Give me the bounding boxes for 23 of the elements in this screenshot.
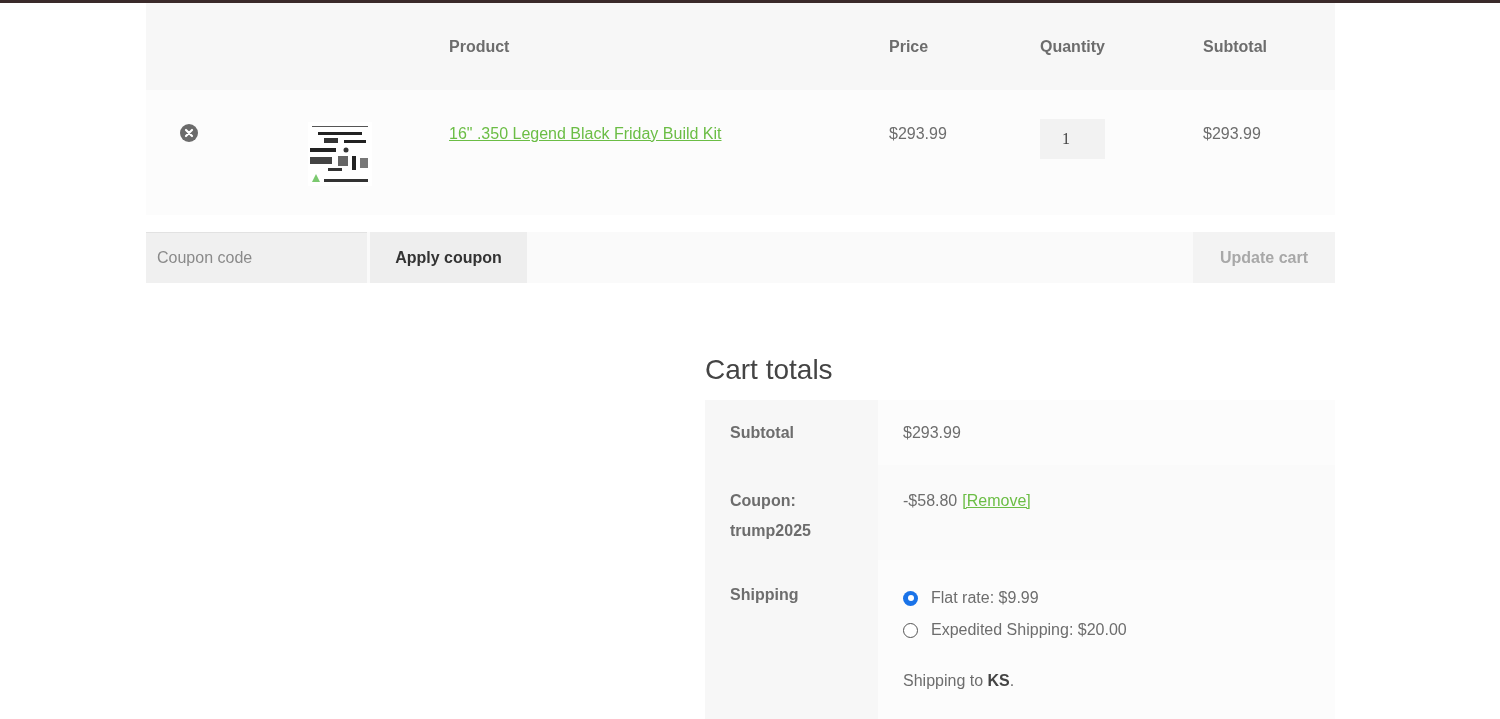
column-header: Subtotal	[1203, 37, 1267, 55]
price-text: $293.99	[889, 125, 947, 142]
column-header: Quantity	[1040, 37, 1105, 55]
subtotal-value: $293.99	[903, 424, 961, 441]
quantity-field[interactable]: 1	[1040, 119, 1105, 159]
remove-icon[interactable]	[180, 124, 198, 142]
coupon-field[interactable]: Coupon code	[146, 232, 367, 283]
remove-coupon-link[interactable]: [Remove]	[962, 489, 1031, 513]
subtotal-text: $293.99	[1203, 125, 1261, 142]
shipping-option-label: Expedited Shipping: $20.00	[931, 620, 1127, 640]
subtotal-label: Subtotal	[730, 424, 794, 441]
shipping-option-label: Flat rate: $9.99	[931, 588, 1039, 608]
cart-totals-heading: Cart totals	[705, 353, 834, 387]
column-header: Price	[889, 37, 929, 55]
radio-button[interactable]	[903, 622, 918, 638]
shipping-destination: Shipping to KS.	[903, 671, 1016, 691]
column-header: Product	[449, 37, 510, 55]
coupon-label: Coupon: trump2025	[730, 491, 812, 541]
product-link[interactable]: 16" .350 Legend Black Friday Build Kit	[449, 125, 722, 142]
apply-coupon-button[interactable]: Apply coupon	[370, 232, 527, 283]
radio-button[interactable]	[903, 590, 918, 606]
shipping-label: Shipping	[730, 586, 799, 603]
discount-value: -$58.80	[903, 491, 958, 511]
